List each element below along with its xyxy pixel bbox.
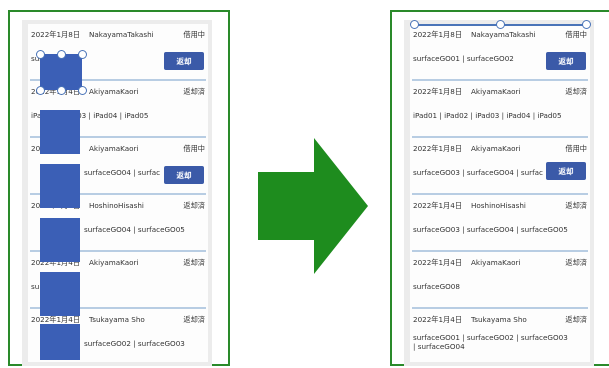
resize-handle[interactable] — [496, 20, 505, 29]
list-item[interactable]: 2022年1月4日 HoshinoHisashi 返却済 surfaceGO03… — [410, 195, 590, 251]
item-devices: surfaceGO04 | surfaceGO05 — [84, 225, 185, 234]
arrow-right-icon — [258, 138, 370, 278]
left-phone-panel: 2022年1月8日 NakayamaTakashi 借用中 surfaceGO0… — [8, 10, 230, 366]
item-date: 2022年1月8日 — [413, 30, 463, 39]
item-devices: surfaceGO03 | surfaceGO04 | surfaceGO05 — [413, 225, 568, 234]
item-devices: surfaceGO08 — [413, 282, 460, 291]
item-user: HoshinoHisashi — [471, 201, 526, 210]
image-mask — [40, 164, 80, 208]
item-status: 返却済 — [565, 201, 587, 210]
item-devices: iPad01 | iPad02 | iPad03 | iPad04 | iPad… — [413, 111, 562, 120]
image-mask — [40, 272, 80, 316]
selected-image-mask[interactable] — [40, 54, 82, 90]
return-button[interactable]: 返却 — [164, 166, 204, 184]
item-date: 2022年1月4日 — [413, 258, 463, 267]
resize-handle[interactable] — [57, 50, 66, 59]
item-date: 2022年1月8日 — [413, 87, 463, 96]
item-user: AkiyamaKaori — [89, 87, 139, 96]
resize-handle[interactable] — [410, 20, 419, 29]
item-status: 返却済 — [183, 315, 205, 324]
item-status: 借用中 — [183, 144, 205, 153]
return-button[interactable]: 返却 — [164, 52, 204, 70]
item-user: AkiyamaKaori — [89, 144, 139, 153]
item-status: 返却済 — [565, 258, 587, 267]
item-status: 借用中 — [565, 144, 587, 153]
item-status: 借用中 — [565, 30, 587, 39]
item-status: 返却済 — [565, 315, 587, 324]
item-user: AkiyamaKaori — [471, 87, 521, 96]
left-screen: 2022年1月8日 NakayamaTakashi 借用中 surfaceGO0… — [22, 20, 212, 366]
right-phone-panel: 2022年1月8日 NakayamaTakashi 借用中 surfaceGO0… — [390, 10, 609, 366]
item-user: NakayamaTakashi — [471, 30, 536, 39]
item-status: 借用中 — [183, 30, 205, 39]
image-mask — [40, 324, 80, 360]
item-status: 返却済 — [183, 258, 205, 267]
right-screen: 2022年1月8日 NakayamaTakashi 借用中 surfaceGO0… — [404, 20, 594, 366]
item-user: HoshinoHisashi — [89, 201, 144, 210]
resize-handle[interactable] — [57, 86, 66, 95]
left-list: 2022年1月8日 NakayamaTakashi 借用中 surfaceGO0… — [28, 24, 208, 362]
return-button[interactable]: 返却 — [546, 52, 586, 70]
list-item[interactable]: 2022年1月4日 AkiyamaKaori 返却済 surfaceGO08 — [410, 252, 590, 308]
item-user: NakayamaTakashi — [89, 30, 154, 39]
image-mask — [40, 218, 80, 262]
item-devices-line2: | surfaceGO04 — [413, 342, 465, 351]
item-user: AkiyamaKaori — [89, 258, 139, 267]
item-status: 返却済 — [183, 87, 205, 96]
list-item[interactable]: 2022年1月8日 NakayamaTakashi 借用中 surfaceGO0… — [410, 24, 590, 80]
resize-handle[interactable] — [78, 86, 87, 95]
item-user: AkiyamaKaori — [471, 144, 521, 153]
item-date: 2022年1月8日 — [31, 30, 81, 39]
item-user: Tsukayama Sho — [89, 315, 145, 324]
resize-handle[interactable] — [78, 50, 87, 59]
item-user: AkiyamaKaori — [471, 258, 521, 267]
list-item[interactable]: 2022年1月8日 AkiyamaKaori 返却済 iPad01 | iPad… — [410, 81, 590, 137]
right-list: 2022年1月8日 NakayamaTakashi 借用中 surfaceGO0… — [410, 20, 591, 365]
item-devices: surfaceGO02 | surfaceGO03 — [84, 339, 185, 348]
item-status: 返却済 — [565, 87, 587, 96]
item-date: 2022年1月4日 — [413, 201, 463, 210]
item-user: Tsukayama Sho — [471, 315, 527, 324]
list-item[interactable]: 2022年1月8日 AkiyamaKaori 借用中 surfaceGO03 |… — [410, 138, 590, 194]
resize-handle[interactable] — [36, 50, 45, 59]
resize-handle[interactable] — [582, 20, 591, 29]
item-devices: surfaceGO01 | surfaceGO02 | surfaceGO03 — [413, 333, 568, 342]
item-status: 返却済 — [183, 201, 205, 210]
item-date: 2022年1月8日 — [413, 144, 463, 153]
list-item[interactable]: 2022年1月4日 Tsukayama Sho 返却済 surfaceGO01 … — [410, 309, 590, 365]
return-button[interactable]: 返却 — [546, 162, 586, 180]
resize-handle[interactable] — [36, 86, 45, 95]
image-mask — [40, 110, 80, 154]
item-date: 2022年1月4日 — [413, 315, 463, 324]
